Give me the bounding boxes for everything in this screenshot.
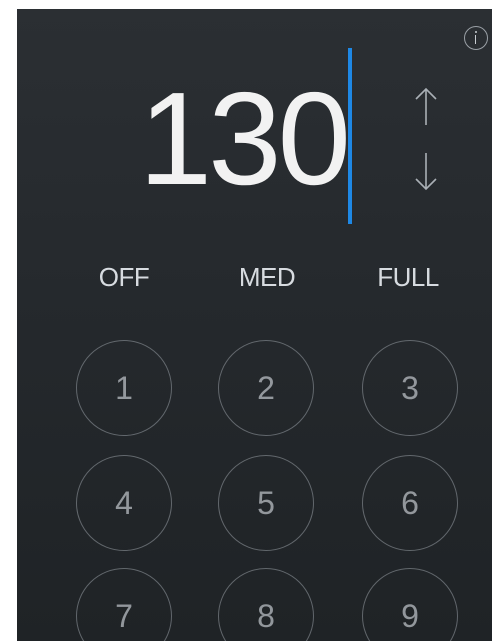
keypad-key-1[interactable]: 1: [76, 340, 172, 436]
keypad-key-2[interactable]: 2: [218, 340, 314, 436]
info-icon-stem: [474, 35, 477, 44]
keypad-key-5[interactable]: 5: [218, 455, 314, 551]
value-display[interactable]: 130: [107, 69, 351, 209]
preset-full-button[interactable]: FULL: [363, 257, 453, 297]
keypad-key-9[interactable]: 9: [362, 568, 458, 641]
keypad-key-8[interactable]: 8: [218, 568, 314, 641]
keypad-key-3[interactable]: 3: [362, 340, 458, 436]
keypad-key-6[interactable]: 6: [362, 455, 458, 551]
increase-arrow-button[interactable]: [409, 85, 443, 129]
text-cursor: [348, 48, 352, 224]
app-screen: 130 OFF MED FULL 1 2 3 4 5 6 7 8 9: [17, 9, 492, 641]
keypad-key-7[interactable]: 7: [76, 568, 172, 641]
info-icon-dot: [474, 31, 477, 33]
keypad-key-4[interactable]: 4: [76, 455, 172, 551]
decrease-arrow-button[interactable]: [409, 149, 443, 193]
arrow-up-icon: [415, 87, 437, 125]
info-icon[interactable]: [464, 26, 488, 50]
arrow-down-icon: [415, 153, 437, 191]
preset-med-button[interactable]: MED: [222, 257, 312, 297]
preset-off-button[interactable]: OFF: [83, 257, 165, 297]
